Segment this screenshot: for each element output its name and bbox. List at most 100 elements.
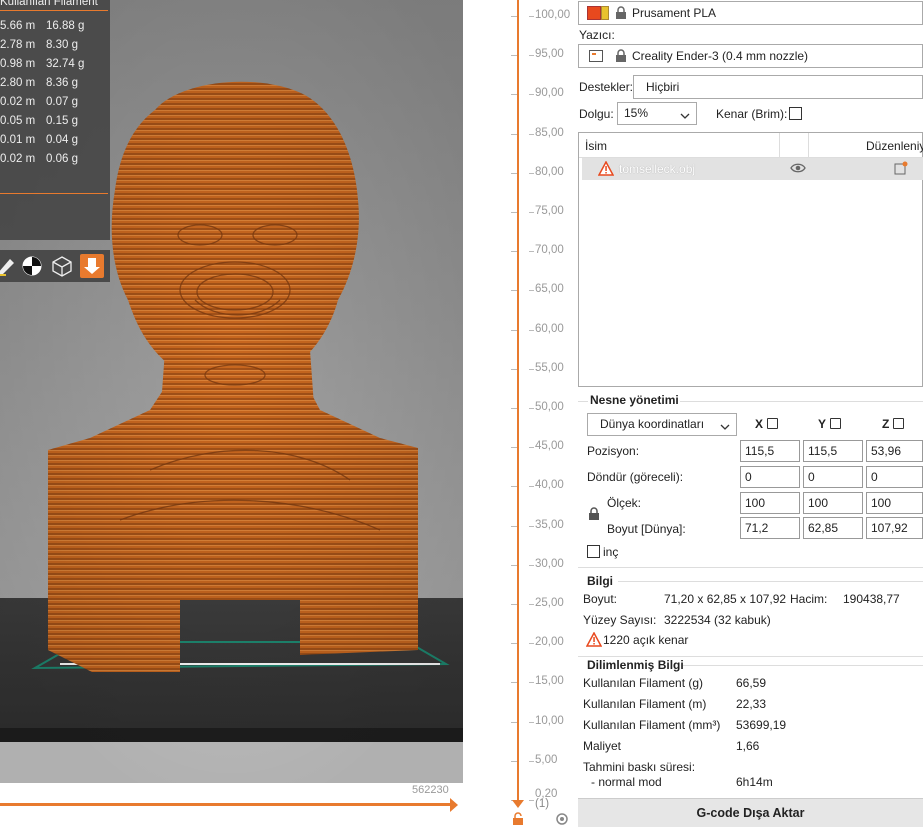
- coordinate-system-combo[interactable]: Dünya koordinatları: [587, 413, 737, 436]
- normal-mode-value: 6h14m: [736, 775, 773, 789]
- layer-tick: [511, 172, 517, 174]
- paint-icon[interactable]: [0, 254, 18, 278]
- rotate-x-field[interactable]: 0: [740, 466, 800, 488]
- info-size-label: Boyut:: [583, 592, 618, 606]
- layer-height-label: 30,00: [535, 557, 564, 570]
- scale-y-field[interactable]: 100: [803, 492, 863, 514]
- layer-tick: [529, 290, 534, 292]
- legend-row: 0.98 m 32.74 g: [0, 58, 85, 70]
- layer-tick: [529, 408, 534, 409]
- supports-label: Destekler:: [579, 80, 634, 94]
- manipulation-title: Nesne yönetimi: [590, 393, 679, 407]
- legend-divider: [0, 193, 108, 194]
- sliced-row-label: Kullanılan Filament (mm³): [583, 718, 721, 732]
- vertical-slider-track[interactable]: [517, 0, 519, 802]
- layer-tick: [529, 800, 534, 801]
- axis-x-header: X: [755, 417, 779, 431]
- printer-name: Creality Ender-3 (0.4 mm nozzle): [632, 49, 809, 63]
- export-gcode-button[interactable]: G-code Dışa Aktar: [578, 798, 923, 827]
- warning-icon: [585, 631, 603, 650]
- infill-combo[interactable]: 15%: [617, 102, 697, 125]
- vertical-slider-handle[interactable]: [512, 800, 524, 808]
- legend-row: 2.78 m 8.30 g: [0, 39, 78, 51]
- lock-scale-icon[interactable]: [588, 507, 600, 524]
- rotate-label: Döndür (göreceli):: [587, 470, 684, 484]
- open-edges-warning: 1220 açık kenar: [603, 633, 689, 647]
- place-on-bed-icon[interactable]: [80, 254, 104, 278]
- layer-height-label: 10,00: [535, 714, 564, 727]
- layer-tick: [511, 408, 517, 409]
- layer-height-label: 55,00: [535, 361, 564, 374]
- edit-object-icon[interactable]: [894, 161, 908, 178]
- axis-y-header: Y: [818, 417, 842, 431]
- drop-to-bed-icon: [893, 418, 905, 429]
- layer-tick: [511, 133, 517, 135]
- horizontal-slider-handle[interactable]: [450, 798, 458, 812]
- list-item[interactable]: tomselleck.obj: [582, 158, 923, 180]
- supports-value: Hiçbiri: [646, 80, 680, 94]
- horizontal-slider-track[interactable]: [0, 803, 452, 806]
- scale-x-field[interactable]: 100: [740, 492, 800, 514]
- inch-checkbox[interactable]: [587, 545, 600, 558]
- drop-to-bed-icon: [830, 418, 842, 429]
- size-y-field[interactable]: 62,85: [803, 517, 863, 539]
- layer-tick: [529, 16, 534, 17]
- layer-tick: [529, 172, 534, 174]
- info-facets-value: 3222534 (32 kabuk): [664, 613, 771, 627]
- vertical-layer-slider[interactable]: 100,00 95,00 90,00 85,00 80,00 75,00 70,00 65,0…: [463, 0, 578, 827]
- layer-tick: [529, 760, 534, 762]
- 3d-viewport[interactable]: Kullanılan Filament 5.66 m 16.88 g 2.78 m…: [0, 0, 463, 783]
- column-editing[interactable]: Düzenleniy: [866, 139, 923, 153]
- layer-tick: [529, 564, 534, 566]
- seam-icon[interactable]: [20, 254, 44, 278]
- infill-label: Dolgu:: [579, 107, 614, 121]
- layer-tick: [529, 212, 534, 213]
- info-title: Bilgi: [587, 574, 613, 588]
- layer-tick: [511, 486, 517, 488]
- drop-to-bed-icon: [767, 418, 779, 429]
- layer-tick: [511, 564, 517, 566]
- rotate-y-field[interactable]: 0: [803, 466, 863, 488]
- eye-icon[interactable]: [790, 162, 806, 177]
- layer-tick: [511, 94, 517, 96]
- sliced-row-label: Kullanılan Filament (g): [583, 676, 704, 690]
- position-x-field[interactable]: 115,5: [740, 440, 800, 462]
- rotate-z-field[interactable]: 0: [866, 466, 923, 488]
- layer-height-label: 90,00: [535, 87, 564, 100]
- legend-row: 0.02 m 0.06 g: [0, 153, 78, 165]
- legend-row: 0.05 m 0.15 g: [0, 115, 78, 127]
- layer-height-label: 45,00: [535, 440, 564, 453]
- inch-label: inç: [603, 545, 619, 559]
- filament-color-swatch-1: [587, 6, 601, 20]
- axis-z-header: Z: [882, 417, 905, 431]
- brim-checkbox[interactable]: [789, 107, 802, 120]
- layer-height-label: 100,00: [535, 9, 571, 21]
- position-label: Pozisyon:: [587, 444, 640, 458]
- settings-cog-icon[interactable]: [555, 812, 569, 829]
- horizontal-layer-slider[interactable]: 562230: [0, 783, 463, 827]
- scale-label: Ölçek:: [607, 496, 642, 510]
- legend-row: 0.01 m 0.04 g: [0, 134, 78, 146]
- cube-view-icon[interactable]: [50, 254, 74, 278]
- filament-combo[interactable]: Prusament PLA: [578, 1, 923, 25]
- layer-tick: [529, 486, 534, 488]
- object-list[interactable]: İsim Düzenleniy tomselleck.obj: [578, 132, 923, 387]
- size-z-field[interactable]: 107,92: [866, 517, 923, 539]
- infill-value: 15%: [624, 106, 649, 120]
- printer-combo[interactable]: Creality Ender-3 (0.4 mm nozzle): [578, 44, 923, 68]
- layer-tick: [529, 721, 534, 723]
- lock-icon[interactable]: [511, 812, 525, 829]
- layer-height-label: 95,00: [535, 48, 564, 61]
- layer-tick: [511, 212, 517, 213]
- layer-tick: [529, 525, 534, 527]
- position-z-field[interactable]: 53,96: [866, 440, 923, 462]
- scale-z-field[interactable]: 100: [866, 492, 923, 514]
- layer-tick: [511, 760, 517, 762]
- chevron-down-icon: [720, 420, 730, 434]
- position-y-field[interactable]: 115,5: [803, 440, 863, 462]
- size-x-field[interactable]: 71,2: [740, 517, 800, 539]
- supports-combo[interactable]: Hiçbiri: [633, 75, 923, 99]
- sliced-row-value: 22,33: [736, 697, 767, 711]
- column-name[interactable]: İsim: [585, 139, 607, 153]
- info-volume-label: Hacim:: [790, 592, 828, 606]
